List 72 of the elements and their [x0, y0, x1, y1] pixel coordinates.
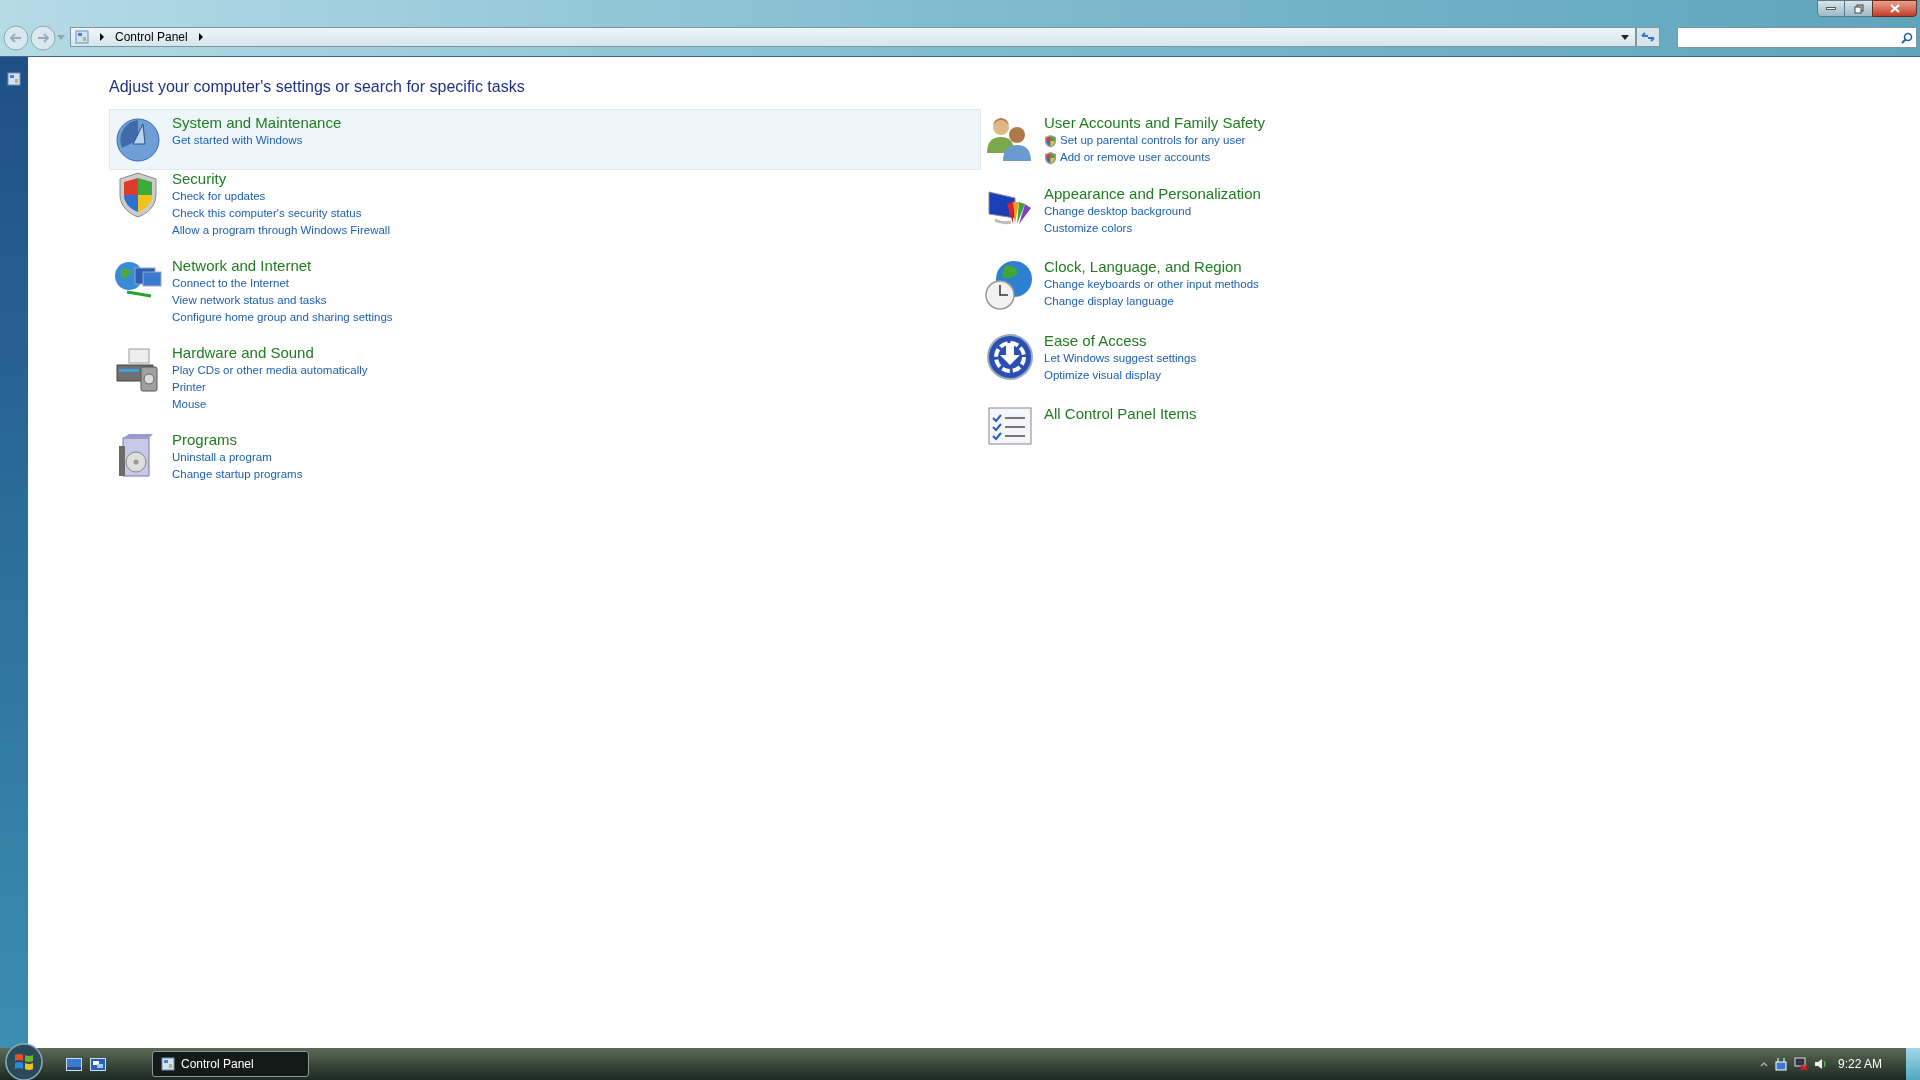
category-title[interactable]: Ease of Access — [1044, 331, 1197, 350]
task-link[interactable]: Add or remove user accounts — [1060, 149, 1211, 166]
task-link[interactable]: Change display language — [1044, 293, 1174, 310]
search-field[interactable] — [1677, 27, 1917, 48]
page-heading: Adjust your computer's settings or search for specific tasks — [109, 77, 526, 97]
checklist-icon — [987, 406, 1033, 446]
category-title[interactable]: Clock, Language, and Region — [1044, 257, 1259, 276]
pie-chart-icon — [114, 115, 162, 163]
control-panel-icon[interactable] — [7, 72, 21, 86]
dropdown-arrow-icon[interactable] — [1621, 34, 1629, 40]
task-link[interactable]: Play CDs or other media automatically — [172, 362, 368, 379]
task-link[interactable]: Change keyboards or other input methods — [1044, 276, 1259, 293]
category-title[interactable]: Security — [172, 169, 390, 188]
task-link[interactable]: View network status and tasks — [172, 292, 327, 309]
task-link[interactable]: Printer — [172, 379, 206, 396]
start-button[interactable] — [4, 1042, 44, 1080]
category-title[interactable]: All Control Panel Items — [1044, 404, 1197, 423]
chevron-icon[interactable] — [197, 33, 204, 41]
category-panel[interactable]: Clock, Language, and Region Change keyboards or other input methods Change display language — [981, 253, 1581, 318]
category-panel[interactable]: Programs Uninstall a program Change startup programs — [109, 426, 981, 490]
shield-icon — [1044, 133, 1057, 148]
category-panel[interactable]: All Control Panel Items — [981, 400, 1581, 453]
control-panel-icon — [161, 1057, 175, 1071]
restore-button[interactable] — [1845, 0, 1872, 17]
task-link[interactable]: Change desktop background — [1044, 203, 1192, 220]
category-title[interactable]: Programs — [172, 430, 303, 449]
restore-icon — [1853, 3, 1864, 14]
close-button[interactable] — [1872, 0, 1917, 17]
chevron-icon[interactable] — [99, 33, 105, 41]
category-title[interactable]: User Accounts and Family Safety — [1044, 113, 1265, 132]
task-link[interactable]: Mouse — [172, 396, 207, 413]
task-link[interactable]: Get started with Windows — [172, 132, 303, 149]
shield-icon — [116, 171, 160, 219]
show-hidden-icons-icon[interactable] — [1759, 1061, 1768, 1067]
task-link[interactable]: Change startup programs — [172, 466, 303, 483]
close-icon — [1889, 4, 1900, 13]
category-panel[interactable]: Appearance and Personalization Change desktop background Customize colors — [981, 180, 1581, 244]
task-link[interactable]: Connect to the Internet — [172, 275, 289, 292]
accessibility-icon — [986, 333, 1034, 381]
category-title[interactable]: Hardware and Sound — [172, 343, 368, 362]
refresh-button[interactable] — [1636, 27, 1660, 47]
minimize-button[interactable] — [1817, 0, 1845, 17]
volume-icon[interactable] — [1813, 1057, 1828, 1071]
category-panel[interactable]: Ease of Access Let Windows suggest settings Optimize visual display — [981, 327, 1581, 391]
show-desktop-icon[interactable] — [66, 1057, 82, 1071]
category-panel[interactable]: User Accounts and Family Safety Set up parental controls for any user Add or remove user accounts — [981, 109, 1581, 173]
taskbar-button[interactable]: Control Panel — [152, 1051, 309, 1077]
switch-windows-icon[interactable] — [90, 1057, 106, 1071]
task-link[interactable]: Check for updates — [172, 188, 266, 205]
task-link[interactable]: Uninstall a program — [172, 449, 272, 466]
breadcrumb-item[interactable]: Control Panel — [115, 28, 188, 46]
category-panel[interactable]: System and Maintenance Get started with Windows — [109, 109, 981, 170]
refresh-icon — [1641, 31, 1655, 43]
task-link[interactable]: Let Windows suggest settings — [1044, 350, 1197, 367]
task-link[interactable]: Configure home group and sharing settings — [172, 309, 393, 326]
clock[interactable]: 9:22 AM — [1837, 1055, 1882, 1073]
control-panel-icon — [75, 30, 89, 44]
search-icon[interactable] — [1901, 31, 1913, 44]
task-link[interactable]: Customize colors — [1044, 220, 1133, 237]
task-link[interactable]: Check this computer's security status — [172, 205, 362, 222]
category-panel[interactable]: Network and Internet Connect to the Internet View network status and tasks Configure home group and sharing settings — [109, 252, 981, 333]
category-title[interactable]: Appearance and Personalization — [1044, 184, 1261, 203]
shield-icon — [1044, 150, 1057, 165]
address-bar[interactable]: Control Panel — [70, 27, 1636, 47]
disconnected-network-icon[interactable] — [1793, 1057, 1808, 1071]
network-icon[interactable] — [1773, 1057, 1788, 1071]
task-link[interactable]: Optimize visual display — [1044, 367, 1161, 384]
category-panel[interactable]: Hardware and Sound Play CDs or other media automatically Printer Mouse — [109, 339, 981, 420]
task-link[interactable]: Allow a program through Windows Firewall — [172, 222, 390, 239]
task-link[interactable]: Set up parental controls for any user — [1060, 132, 1246, 149]
category-title[interactable]: System and Maintenance — [172, 113, 342, 132]
category-title[interactable]: Network and Internet — [172, 256, 393, 275]
